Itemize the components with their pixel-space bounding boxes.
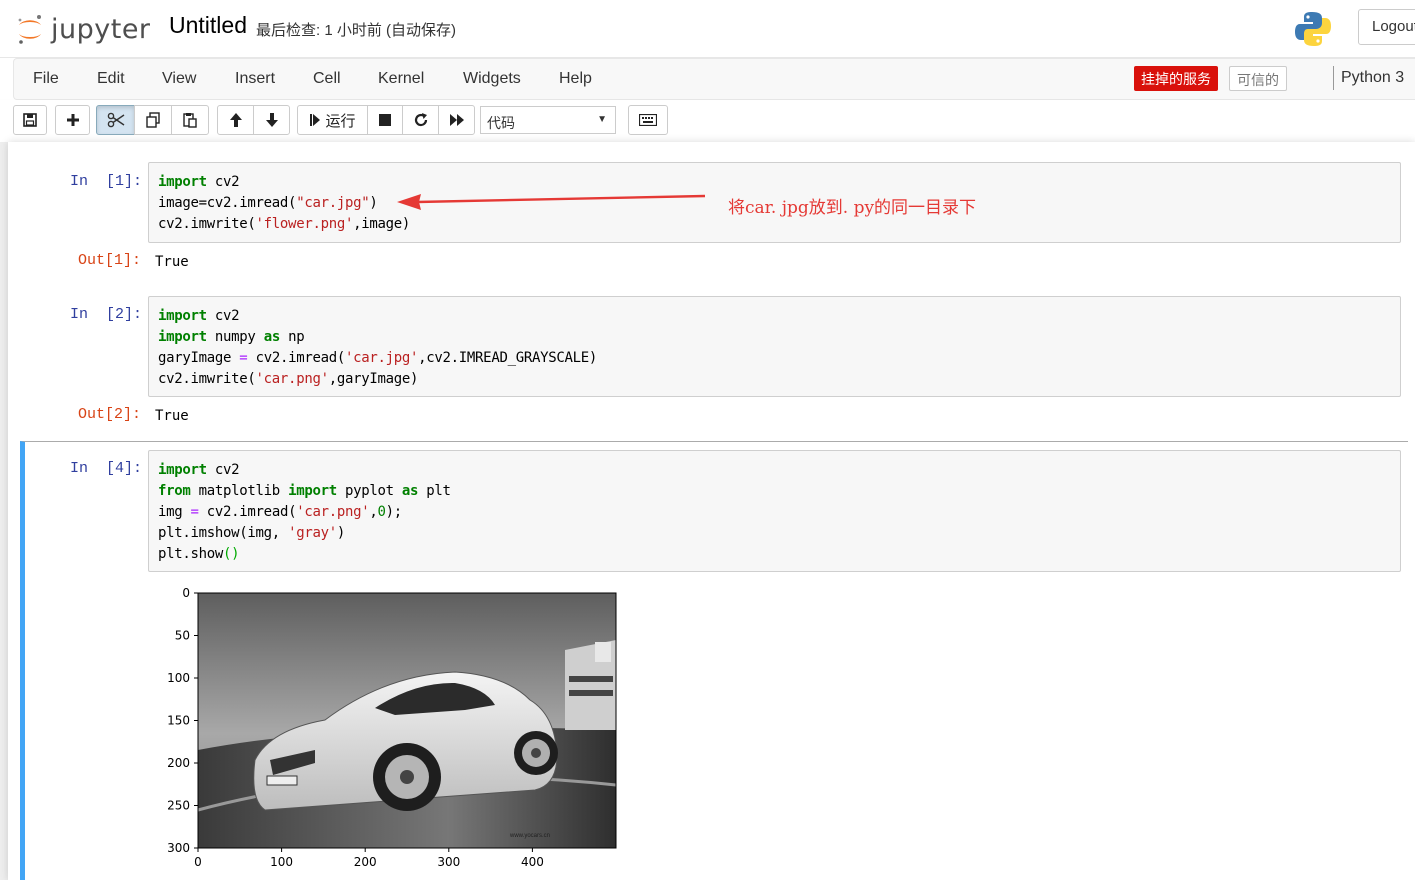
x-tick-label: 400 — [521, 855, 544, 869]
kernel-divider — [1333, 66, 1334, 90]
menu-insert[interactable]: Insert — [235, 70, 275, 88]
car-photo — [197, 593, 617, 848]
add-cell-button[interactable] — [55, 105, 90, 135]
stop-icon — [379, 114, 391, 126]
x-tick-label: 0 — [194, 855, 202, 869]
caret-down-icon: ▼ — [597, 114, 607, 125]
save-icon — [23, 113, 37, 127]
cell-2-output: True — [155, 408, 189, 424]
notebook-name[interactable]: Untitled — [169, 12, 247, 39]
run-label: 运行 — [325, 112, 356, 130]
cell-2-input[interactable]: import cv2 import numpy as np garyImage … — [148, 296, 1401, 397]
jupyter-logo[interactable]: jupyter — [15, 10, 151, 48]
jupyter-brand-text: jupyter — [51, 13, 151, 45]
image-caption: www.yocars.cn — [509, 833, 550, 839]
cell-type-select[interactable]: 代码 ▼ — [480, 106, 616, 134]
y-tick-label: 300 — [167, 841, 190, 855]
menu-kernel[interactable]: Kernel — [378, 70, 424, 88]
cell-3-in-prompt: In [4]: — [70, 460, 143, 477]
fast-forward-icon — [449, 114, 464, 126]
paste-icon — [183, 113, 197, 128]
toolbar: 运行 代码 ▼ — [0, 100, 1415, 142]
paste-button[interactable] — [171, 105, 209, 135]
y-tick-label: 0 — [182, 586, 190, 600]
cell-1-out-prompt: Out[1]: — [78, 252, 142, 269]
y-tick-label: 200 — [167, 756, 190, 770]
x-tick-label: 300 — [437, 855, 460, 869]
y-tick-label: 150 — [167, 714, 190, 728]
kernel-dead-badge[interactable]: 挂掉的服务 — [1134, 66, 1218, 91]
x-axis: 0 100 200 300 400 — [194, 848, 544, 869]
restart-button[interactable] — [402, 105, 439, 135]
cell-1-output: True — [155, 254, 189, 270]
logout-button[interactable]: Logout — [1358, 9, 1415, 45]
menu-widgets[interactable]: Widgets — [463, 70, 521, 88]
cell-3-code[interactable]: import cv2 from matplotlib import pyplot… — [158, 460, 451, 565]
cell-type-value: 代码 — [487, 115, 515, 131]
menu-cell[interactable]: Cell — [313, 70, 341, 88]
menu-help[interactable]: Help — [559, 70, 592, 88]
y-tick-label: 250 — [167, 799, 190, 813]
restart-run-all-button[interactable] — [438, 105, 475, 135]
cell-2-code[interactable]: import cv2 import numpy as np garyImage … — [158, 306, 597, 390]
y-tick-label: 50 — [175, 629, 190, 643]
cell-1-in-prompt: In [1]: — [70, 173, 143, 190]
image-plot: www.yocars.cn 0 50 100 150 200 250 300 0 100 200… — [167, 586, 617, 869]
save-button[interactable] — [13, 105, 47, 135]
trusted-badge[interactable]: 可信的 — [1229, 66, 1287, 91]
run-button[interactable]: 运行 — [297, 105, 368, 135]
x-tick-label: 200 — [354, 855, 377, 869]
plus-icon — [66, 114, 79, 126]
step-forward-icon — [310, 114, 321, 126]
command-palette-button[interactable] — [628, 105, 668, 135]
copy-button[interactable] — [134, 105, 172, 135]
move-down-button[interactable] — [253, 105, 290, 135]
cell-3-input[interactable]: import cv2 from matplotlib import pyplot… — [148, 450, 1401, 572]
refresh-icon — [414, 113, 427, 127]
cell-1-code[interactable]: import cv2 image=cv2.imread("car.jpg") c… — [158, 172, 410, 235]
annotation-text: 将car. jpg放到. py的同一目录下 — [728, 198, 977, 218]
cell-2-in-prompt: In [2]: — [70, 306, 143, 323]
scissors-icon — [107, 112, 124, 128]
checkpoint-status: 最后检查: 1 小时前 (自动保存) — [256, 22, 457, 39]
arrow-up-icon — [229, 113, 242, 127]
menu-file[interactable]: File — [33, 70, 59, 88]
move-up-button[interactable] — [217, 105, 254, 135]
kernel-name: Python 3 — [1341, 69, 1405, 86]
python-logo-icon — [1294, 10, 1332, 53]
menu-view[interactable]: View — [162, 70, 196, 88]
x-tick-label: 100 — [270, 855, 293, 869]
keyboard-icon — [639, 114, 657, 126]
y-tick-label: 100 — [167, 671, 190, 685]
header: jupyter Untitled 最后检查: 1 小时前 (自动保存) Logo… — [0, 0, 1415, 58]
y-axis: 0 50 100 150 200 250 300 — [167, 586, 198, 855]
menu-edit[interactable]: Edit — [97, 70, 125, 88]
annotation-arrow-icon — [397, 194, 706, 210]
interrupt-button[interactable] — [367, 105, 403, 135]
copy-icon — [146, 112, 160, 128]
cell-2-out-prompt: Out[2]: — [78, 406, 142, 423]
arrow-down-icon — [265, 113, 278, 127]
cut-button[interactable] — [96, 105, 135, 135]
jupyter-logo-icon — [18, 15, 41, 44]
